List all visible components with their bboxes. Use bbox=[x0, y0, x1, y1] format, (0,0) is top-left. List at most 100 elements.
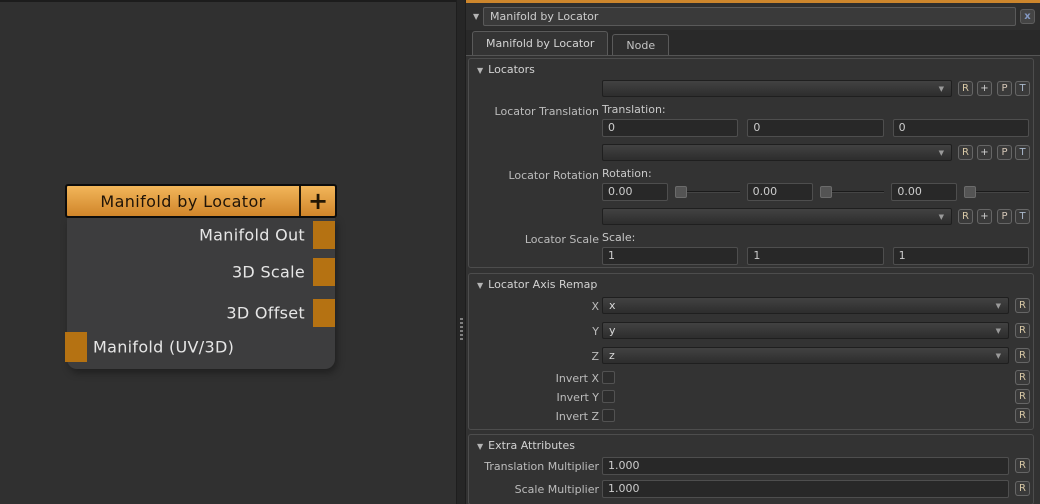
t-button[interactable]: T bbox=[1015, 209, 1030, 224]
group-title-label: Locator Axis Remap bbox=[488, 278, 597, 291]
output-port-label: Manifold Out bbox=[199, 226, 305, 245]
output-row-3d-scale: 3D Scale bbox=[67, 258, 335, 286]
add-button[interactable]: + bbox=[977, 145, 992, 160]
axis-z-value: z bbox=[609, 349, 615, 362]
scale-x-input[interactable]: 1 bbox=[602, 247, 738, 265]
panel-title-field[interactable]: Manifold by Locator bbox=[483, 7, 1016, 26]
rotation-z-input[interactable]: 0.00 bbox=[891, 183, 957, 201]
t-button[interactable]: T bbox=[1015, 81, 1030, 96]
axis-y-value: y bbox=[609, 324, 616, 337]
reset-button[interactable]: R bbox=[958, 145, 973, 160]
reset-button[interactable]: R bbox=[1015, 408, 1030, 423]
group-locator-axis-remap: ▼Locator Axis Remap X x▼ R Y y▼ R Z z▼ R… bbox=[468, 273, 1034, 430]
p-button[interactable]: P bbox=[997, 209, 1012, 224]
reset-button[interactable]: R bbox=[1015, 348, 1030, 363]
chevron-down-icon: ▼ bbox=[939, 150, 944, 157]
node-body[interactable]: Manifold Out 3D Scale 3D Offset Manifold… bbox=[67, 218, 335, 369]
output-port-connector[interactable] bbox=[313, 258, 335, 286]
rotation-x-slider-handle[interactable] bbox=[675, 186, 687, 198]
group-title-label: Locators bbox=[488, 63, 535, 76]
rotation-y-input[interactable]: 0.00 bbox=[747, 183, 813, 201]
scale-multiplier-input[interactable]: 1.000 bbox=[602, 480, 1009, 498]
p-button[interactable]: P bbox=[997, 81, 1012, 96]
collapse-triangle-icon: ▼ bbox=[477, 66, 483, 75]
rotation-y-slider-handle[interactable] bbox=[820, 186, 832, 198]
invert-x-checkbox[interactable] bbox=[602, 371, 615, 384]
chevron-down-icon: ▼ bbox=[939, 214, 944, 221]
input-port-connector[interactable] bbox=[65, 332, 87, 362]
tab-manifold-by-locator[interactable]: Manifold by Locator bbox=[472, 31, 608, 55]
chevron-down-icon: ▼ bbox=[996, 353, 1001, 360]
t-button[interactable]: T bbox=[1015, 145, 1030, 160]
output-row-3d-offset: 3D Offset bbox=[67, 299, 335, 327]
locator-rotation-dropdown[interactable]: ▼ bbox=[602, 144, 952, 161]
node-graph-canvas[interactable]: Manifold by Locator + Manifold Out 3D Sc… bbox=[0, 0, 456, 504]
locator-scale-dropdown[interactable]: ▼ bbox=[602, 208, 952, 225]
translation-z-input[interactable]: 0 bbox=[893, 119, 1029, 137]
rotation-y-slider-track[interactable] bbox=[832, 191, 885, 193]
add-button[interactable]: + bbox=[977, 81, 992, 96]
output-port-connector[interactable] bbox=[313, 221, 335, 249]
rotation-x-slider-track[interactable] bbox=[687, 191, 740, 193]
scale-z-input[interactable]: 1 bbox=[893, 247, 1029, 265]
group-remap-header[interactable]: ▼ Locator Axis Remap bbox=[477, 278, 597, 291]
axis-z-dropdown[interactable]: z▼ bbox=[602, 347, 1009, 364]
reset-button[interactable]: R bbox=[958, 81, 973, 96]
side-label-locator-rotation: Locator Rotation bbox=[469, 169, 599, 182]
label-rotation: Rotation: bbox=[602, 167, 652, 180]
node-add-button[interactable]: + bbox=[299, 186, 335, 216]
rotation-z-slider-handle[interactable] bbox=[964, 186, 976, 198]
translation-multiplier-input[interactable]: 1.000 bbox=[602, 457, 1009, 475]
label-axis-z: Z bbox=[469, 350, 599, 363]
close-button[interactable]: x bbox=[1020, 9, 1035, 24]
collapse-triangle-icon[interactable]: ▼ bbox=[473, 13, 479, 21]
reset-button[interactable]: R bbox=[1015, 481, 1030, 496]
collapse-triangle-icon: ▼ bbox=[477, 281, 483, 290]
locator-translation-dropdown[interactable]: ▼ bbox=[602, 80, 952, 97]
rotation-x-input[interactable]: 0.00 bbox=[602, 183, 668, 201]
side-label-locator-translation: Locator Translation bbox=[469, 105, 599, 118]
reset-button[interactable]: R bbox=[1015, 298, 1030, 313]
rotation-z-slider-track[interactable] bbox=[976, 191, 1029, 193]
input-row-manifold: Manifold (UV/3D) bbox=[67, 332, 335, 362]
axis-x-dropdown[interactable]: x▼ bbox=[602, 297, 1009, 314]
output-port-label: 3D Offset bbox=[226, 304, 305, 323]
reset-button[interactable]: R bbox=[958, 209, 973, 224]
output-port-connector[interactable] bbox=[313, 299, 335, 327]
tab-node[interactable]: Node bbox=[612, 34, 669, 55]
chevron-down-icon: ▼ bbox=[996, 303, 1001, 310]
label-translation-multiplier: Translation Multiplier bbox=[469, 460, 599, 473]
reset-button[interactable]: R bbox=[1015, 370, 1030, 385]
tab-bar: Manifold by Locator Node bbox=[466, 30, 1040, 55]
translation-x-input[interactable]: 0 bbox=[602, 119, 738, 137]
rotation-x-control: 0.00 bbox=[602, 183, 740, 201]
reset-button[interactable]: R bbox=[1015, 389, 1030, 404]
manifold-by-locator-node[interactable]: Manifold by Locator + Manifold Out 3D Sc… bbox=[65, 184, 337, 369]
pane-splitter[interactable] bbox=[456, 0, 466, 504]
chevron-down-icon: ▼ bbox=[996, 328, 1001, 335]
label-scale: Scale: bbox=[602, 231, 635, 244]
p-button[interactable]: P bbox=[997, 145, 1012, 160]
add-button[interactable]: + bbox=[977, 209, 992, 224]
rotation-z-control: 0.00 bbox=[891, 183, 1029, 201]
scale-y-input[interactable]: 1 bbox=[747, 247, 883, 265]
group-title-label: Extra Attributes bbox=[488, 439, 575, 452]
translation-y-input[interactable]: 0 bbox=[747, 119, 883, 137]
reset-button[interactable]: R bbox=[1015, 458, 1030, 473]
collapse-triangle-icon: ▼ bbox=[477, 442, 483, 451]
label-invert-z: Invert Z bbox=[469, 410, 599, 423]
group-locators-header[interactable]: ▼ Locators bbox=[477, 63, 535, 76]
panel-header: ▼ Manifold by Locator x bbox=[466, 3, 1040, 30]
label-axis-x: X bbox=[469, 300, 599, 313]
label-invert-y: Invert Y bbox=[469, 391, 599, 404]
splitter-handle-icon[interactable] bbox=[460, 318, 463, 340]
axis-y-dropdown[interactable]: y▼ bbox=[602, 322, 1009, 339]
group-extra-header[interactable]: ▼ Extra Attributes bbox=[477, 439, 575, 452]
invert-y-checkbox[interactable] bbox=[602, 390, 615, 403]
rotation-y-control: 0.00 bbox=[747, 183, 885, 201]
reset-button[interactable]: R bbox=[1015, 323, 1030, 338]
label-translation: Translation: bbox=[602, 103, 666, 116]
invert-z-checkbox[interactable] bbox=[602, 409, 615, 422]
input-port-label: Manifold (UV/3D) bbox=[93, 338, 234, 357]
node-header[interactable]: Manifold by Locator + bbox=[65, 184, 337, 218]
